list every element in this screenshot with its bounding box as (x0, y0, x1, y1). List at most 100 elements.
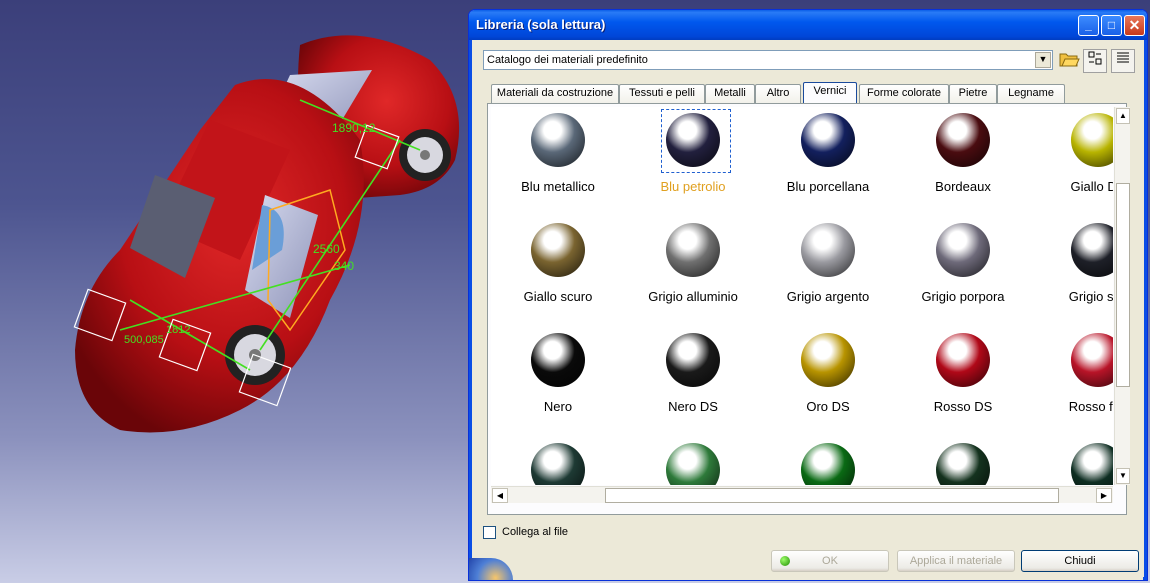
material-item[interactable]: Rosso DS (896, 331, 1030, 431)
material-sphere-icon (1071, 113, 1113, 167)
apply-material-button[interactable]: Applica il materiale (897, 550, 1015, 572)
material-sphere-icon (936, 443, 990, 485)
scroll-left-icon[interactable]: ◀ (492, 488, 508, 503)
material-sphere-icon (531, 113, 585, 167)
material-item[interactable]: Grigio porpora (896, 221, 1030, 321)
tab-metalli[interactable]: Metalli (705, 84, 755, 103)
ok-button-label: OK (822, 555, 838, 567)
material-item[interactable]: Nero DS (626, 331, 760, 431)
material-label: Blu porcellana (786, 179, 870, 194)
material-sphere-icon (666, 443, 720, 485)
link-to-file-label: Collega al file (502, 526, 569, 538)
material-item[interactable]: Giallo DS (1031, 111, 1113, 211)
rear-wheel (399, 129, 451, 181)
scroll-right-icon[interactable]: ▶ (1096, 488, 1112, 503)
material-item[interactable]: Blu petrolio (626, 109, 760, 211)
tab-altro[interactable]: Altro (755, 84, 801, 103)
material-grid: Blu metallico Blu petrolio Blu porcellana B… (491, 107, 1113, 485)
material-item[interactable]: Oro DS (761, 331, 895, 431)
material-item[interactable] (491, 441, 625, 485)
material-item[interactable] (626, 441, 760, 485)
material-sphere-icon (936, 113, 990, 167)
catalog-select-value: Catalogo dei materiali predefinito (487, 54, 648, 66)
materials-panel: Blu metallico Blu petrolio Blu porcellana B… (487, 103, 1130, 515)
title-bar[interactable]: Libreria (sola lettura) _ □ ✕ (469, 10, 1147, 40)
tab-forme-colorate[interactable]: Forme colorate (859, 84, 949, 103)
material-item[interactable]: Blu porcellana (761, 111, 895, 211)
material-sphere-icon (1071, 223, 1113, 277)
dimension-label-2: 2560 (313, 242, 340, 256)
vertical-scrollbar[interactable]: ▲ ▼ (1114, 107, 1130, 485)
material-item[interactable]: Giallo scuro (491, 221, 625, 321)
chevron-down-icon[interactable]: ▼ (1035, 52, 1051, 68)
material-label: Blu metallico (521, 179, 595, 194)
material-sphere-icon (801, 223, 855, 277)
maximize-button[interactable]: □ (1101, 15, 1122, 36)
icon-view-icon[interactable] (1083, 49, 1107, 73)
material-item[interactable] (761, 441, 895, 485)
material-item[interactable] (896, 441, 1030, 485)
list-view-icon[interactable] (1111, 49, 1135, 73)
material-label: Rosso DS (933, 399, 993, 414)
material-label: Giallo scuro (523, 289, 593, 304)
material-label: Bordeaux (935, 179, 991, 194)
status-light-icon (780, 556, 790, 566)
material-sphere-icon (801, 113, 855, 167)
material-item[interactable]: Grigio alluminio (626, 221, 760, 321)
tab-materiali-da-costruzione[interactable]: Materiali da costruzione (491, 84, 619, 103)
material-label: Giallo DS (1070, 179, 1113, 194)
material-label: Nero DS (668, 399, 718, 414)
dimension-label-3: 340 (334, 259, 354, 273)
vertical-scroll-thumb[interactable] (1116, 183, 1130, 387)
horizontal-scroll-thumb[interactable] (605, 488, 1059, 503)
tab-pietre[interactable]: Pietre (949, 84, 997, 103)
material-sphere-icon (1071, 443, 1113, 485)
material-item[interactable] (1031, 441, 1113, 485)
material-sphere-icon (801, 333, 855, 387)
material-label: Grigio alluminio (648, 289, 738, 304)
material-label: Blu petrolio (660, 179, 726, 194)
dimension-label-1: 1890,12 (332, 121, 376, 135)
material-label: Rosso fuo (1068, 399, 1113, 414)
material-label: Grigio argento (786, 289, 870, 304)
material-sphere-icon (801, 443, 855, 485)
material-item[interactable]: Grigio scu (1031, 221, 1113, 321)
material-item[interactable]: Grigio argento (761, 221, 895, 321)
material-sphere-icon (936, 223, 990, 277)
tab-tessuti-e-pelli[interactable]: Tessuti e pelli (619, 84, 705, 103)
scroll-down-icon[interactable]: ▼ (1116, 468, 1130, 484)
catalog-select[interactable]: Catalogo dei materiali predefinito ▼ (483, 50, 1053, 70)
material-label: Oro DS (806, 399, 850, 414)
3d-viewport[interactable]: 1890,12 2560 340 1812 500,085 (0, 0, 468, 583)
tab-vernici[interactable]: Vernici (803, 82, 857, 104)
scroll-up-icon[interactable]: ▲ (1116, 108, 1130, 124)
minimize-button[interactable]: _ (1078, 15, 1099, 36)
tab-legname[interactable]: Legname (997, 84, 1065, 103)
dimension-label-4: 1812 (166, 324, 190, 336)
ok-button[interactable]: OK (771, 550, 889, 572)
library-dialog: Libreria (sola lettura) _ □ ✕ Catalogo d… (468, 9, 1148, 581)
material-sphere-icon (1071, 333, 1113, 387)
material-item[interactable]: Bordeaux (896, 111, 1030, 211)
car-model-view[interactable]: 1890,12 2560 340 1812 500,085 (0, 0, 468, 583)
material-item[interactable]: Nero (491, 331, 625, 431)
material-sphere-icon (531, 333, 585, 387)
material-item[interactable]: Blu metallico (491, 111, 625, 211)
link-to-file-checkbox[interactable] (483, 526, 496, 539)
dialog-body: Catalogo dei materiali predefinito ▼ Mat… (473, 40, 1143, 580)
material-sphere-icon (936, 333, 990, 387)
material-label: Nero (543, 399, 573, 414)
dialog-title: Libreria (sola lettura) (476, 17, 606, 32)
material-label: Grigio porpora (921, 289, 1005, 304)
folder-open-icon[interactable] (1057, 49, 1081, 73)
material-sphere-icon (531, 223, 585, 277)
dimension-label-5: 500,085 (124, 334, 164, 346)
material-sphere-icon (666, 113, 720, 167)
close-window-button[interactable]: ✕ (1124, 15, 1145, 36)
material-sphere-icon (531, 443, 585, 485)
material-item[interactable]: Rosso fuo (1031, 331, 1113, 431)
close-button[interactable]: Chiudi (1021, 550, 1139, 572)
horizontal-scrollbar[interactable]: ◀ ▶ (491, 486, 1113, 503)
material-sphere-icon (666, 223, 720, 277)
material-label: Grigio scu (1068, 289, 1113, 304)
